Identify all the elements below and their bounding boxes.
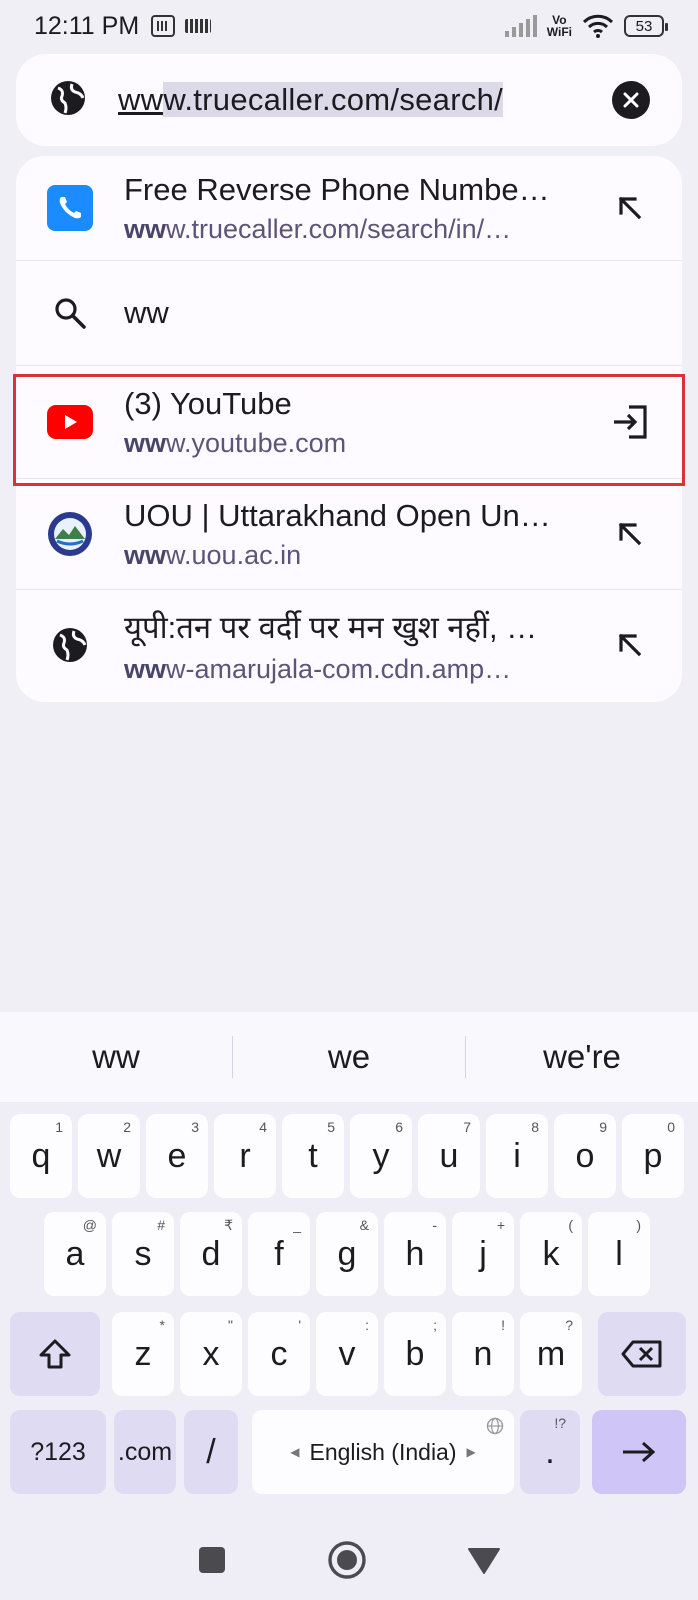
word-suggestion[interactable]: we (233, 1038, 465, 1076)
key-z[interactable]: * z (112, 1312, 174, 1396)
suggestion-url: www.truecaller.com/search/in/… (124, 213, 512, 244)
suggestion-url: www.uou.ac.in (124, 539, 302, 570)
url-autocomplete-text: w.truecaller.com/search/ (163, 82, 504, 117)
key-f[interactable]: _ f (248, 1212, 310, 1296)
cellular-signal-icon (504, 15, 537, 37)
symbols-key[interactable]: ?123 (10, 1410, 106, 1494)
arrow-right-icon (623, 1441, 656, 1463)
arrow-up-left-icon (618, 633, 642, 657)
highlight-annotation (13, 374, 685, 486)
key-r[interactable]: 4r (214, 1114, 276, 1198)
suggestion-search-query[interactable]: ww (16, 261, 682, 365)
key-a[interactable]: @ a (44, 1212, 106, 1296)
key-u[interactable]: 7u (418, 1114, 480, 1198)
backspace-icon (621, 1340, 662, 1368)
space-left-arrow-icon: ◀ (290, 1445, 300, 1459)
home-button[interactable] (327, 1540, 367, 1580)
dotcom-key[interactable]: .com (114, 1410, 176, 1494)
globe-language-icon (486, 1417, 504, 1435)
key-k[interactable]: (k (520, 1212, 582, 1296)
vowifi-indicator: Vo WiFi (546, 13, 572, 39)
key-j[interactable]: + j (452, 1212, 514, 1296)
suggestion-title: UOU | Uttarakhand Open Un… (124, 497, 551, 533)
key-d[interactable]: ₹ d (180, 1212, 242, 1296)
space-right-arrow-icon: ▶ (466, 1445, 476, 1459)
key-e[interactable]: 3e (146, 1114, 208, 1198)
suggestion-title: Free Reverse Phone Numbe… (124, 171, 550, 207)
globe-icon (48, 78, 88, 122)
soft-keyboard: ww we we're 1q 2w 3e 4r 5t 6y 7u 8i 9o 0… (0, 1012, 698, 1600)
clear-url-button[interactable] (612, 81, 650, 119)
search-icon (55, 298, 86, 329)
key-h[interactable]: -h (384, 1212, 446, 1296)
globe-icon (53, 628, 87, 662)
key-v[interactable]: :v (316, 1312, 378, 1396)
key-n[interactable]: ! n (452, 1312, 514, 1396)
suggestion-title: ww (124, 295, 169, 330)
key-g[interactable]: & g (316, 1212, 378, 1296)
key-o[interactable]: 9o (554, 1114, 616, 1198)
url-input[interactable]: www.truecaller.com/search/ (118, 82, 552, 118)
go-key[interactable] (592, 1410, 686, 1494)
keyboard-notification-icon (185, 19, 212, 33)
uou-logo-icon (48, 512, 92, 556)
system-navigation-bar (0, 1520, 698, 1600)
close-icon (623, 92, 639, 108)
suggestion-uou[interactable]: UOU | Uttarakhand Open Un… www.uou.ac.in (16, 479, 682, 589)
key-t[interactable]: 5t (282, 1114, 344, 1198)
period-key[interactable]: !?. (520, 1410, 580, 1494)
key-b[interactable]: ; b (384, 1312, 446, 1396)
status-time: 12:11 PM (34, 11, 140, 40)
word-suggestion[interactable]: ww (0, 1038, 232, 1076)
key-s[interactable]: # s (112, 1212, 174, 1296)
backspace-key[interactable] (598, 1312, 686, 1396)
key-x[interactable]: " x (180, 1312, 242, 1396)
word-suggestion[interactable]: we're (466, 1038, 698, 1076)
key-y[interactable]: 6y (350, 1114, 412, 1198)
shift-key[interactable] (10, 1312, 100, 1396)
suggestion-title: यूपी:तन पर वर्दी पर मन खुश नहीं, … (124, 609, 538, 645)
key-p[interactable]: 0p (622, 1114, 684, 1198)
arrow-up-left-icon (618, 196, 642, 220)
slash-key[interactable]: / (184, 1410, 238, 1494)
space-key[interactable]: ◀ English (India) ▶ (252, 1410, 514, 1494)
battery-indicator: 53 (624, 15, 668, 37)
wifi-icon (582, 14, 614, 38)
back-button[interactable] (467, 1545, 501, 1575)
status-bar: 12:11 PM Vo WiFi 53 (0, 0, 698, 52)
suggestion-amarujala[interactable]: यूपी:तन पर वर्दी पर मन खुश नहीं, … www-a… (16, 590, 682, 700)
key-w[interactable]: 2w (78, 1114, 140, 1198)
shift-icon (39, 1339, 71, 1369)
fill-url-button[interactable] (608, 186, 652, 230)
fill-url-button[interactable] (608, 512, 652, 556)
notification-icon (151, 15, 176, 37)
word-suggestion-strip: ww we we're (0, 1012, 698, 1102)
key-c[interactable]: ' c (248, 1312, 310, 1396)
suggestion-url: www-amarujala-com.cdn.amp… (124, 653, 512, 684)
key-q[interactable]: 1q (10, 1114, 72, 1198)
key-i[interactable]: 8i (486, 1114, 548, 1198)
suggestion-truecaller[interactable]: Free Reverse Phone Numbe… www.truecaller… (16, 156, 682, 260)
space-language-label: English (India) (309, 1438, 457, 1465)
key-l[interactable]: ) l (588, 1212, 650, 1296)
fill-url-button[interactable] (608, 623, 652, 667)
recents-button[interactable] (197, 1545, 227, 1575)
key-m[interactable]: ? m (520, 1312, 582, 1396)
address-bar[interactable]: www.truecaller.com/search/ (16, 54, 682, 146)
phone-app-icon (47, 185, 93, 231)
arrow-up-left-icon (618, 522, 642, 546)
url-typed-text: ww (118, 82, 164, 117)
